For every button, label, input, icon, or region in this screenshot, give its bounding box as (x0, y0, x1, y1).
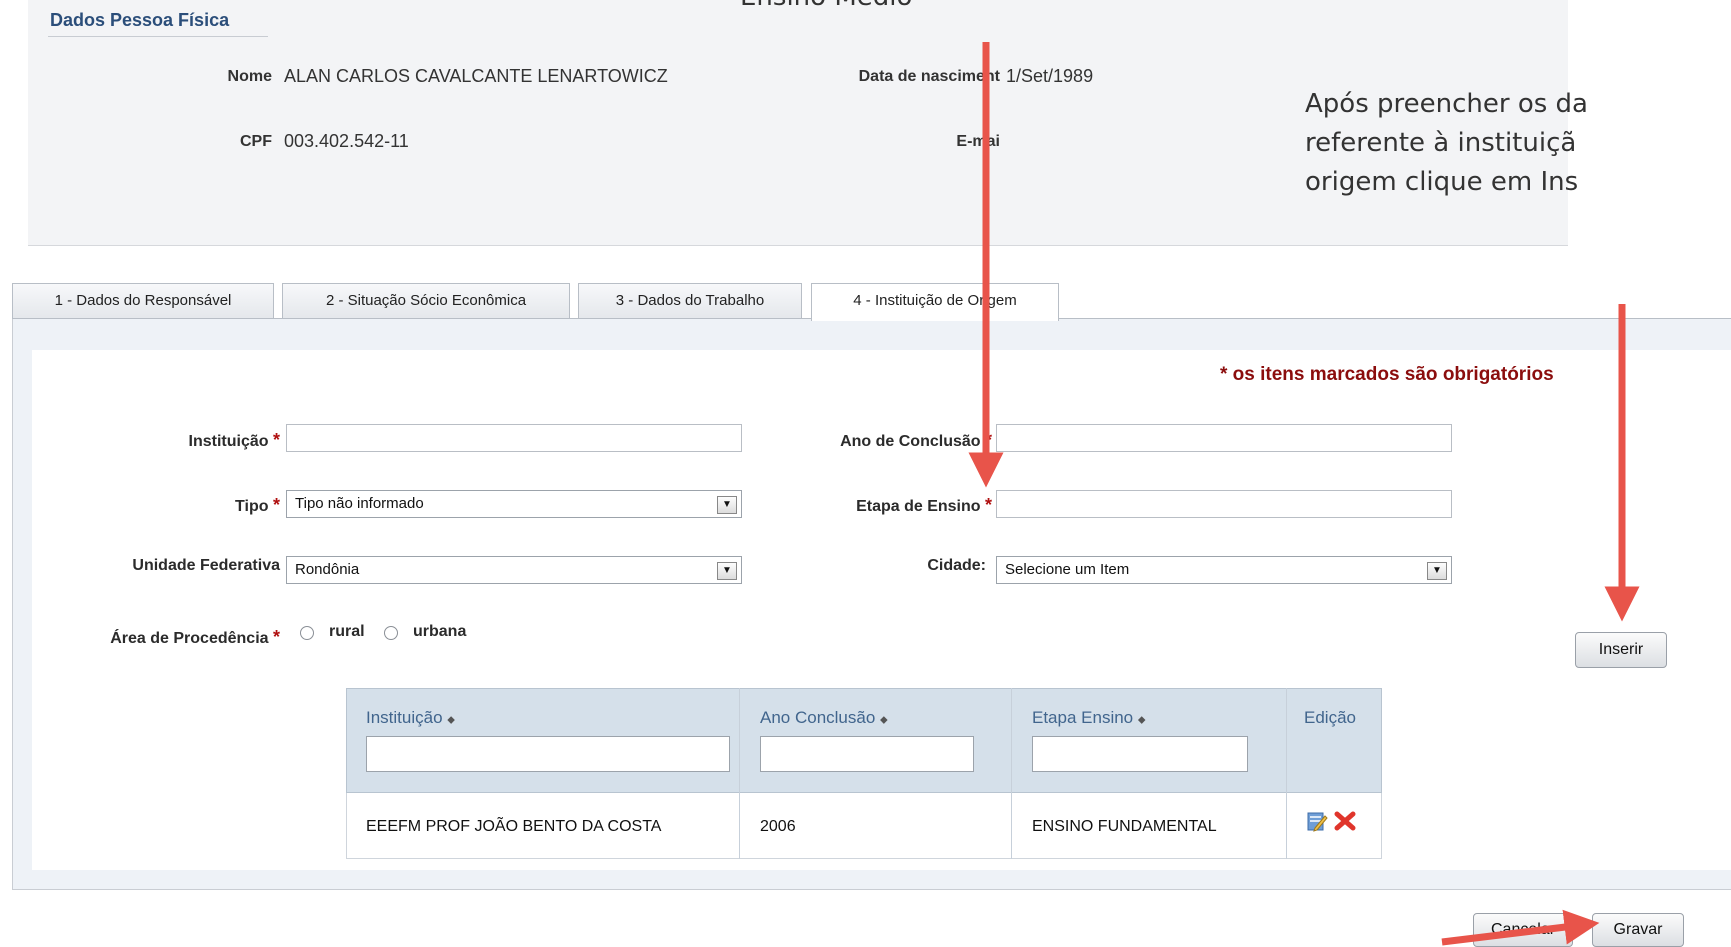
cpf-value: 003.402.542-11 (284, 131, 409, 151)
cidade-selected-value: Selecione um Item (1005, 561, 1130, 578)
column-divider (1286, 688, 1287, 859)
ano-conclusao-input[interactable] (996, 424, 1452, 452)
column-divider (1011, 688, 1012, 859)
cidade-label: Cidade: (927, 557, 986, 574)
column-header-etapa-ensino[interactable]: Etapa Ensino ⬥ (1032, 708, 1146, 728)
urbana-radio[interactable] (384, 626, 398, 640)
column-header-ano-conclusao[interactable]: Ano Conclusão ⬥ (760, 708, 888, 728)
tipo-label: Tipo * (235, 495, 280, 515)
panel-title: Dados Pessoa Física (50, 10, 230, 30)
area-procedencia-label: Área de Procedência * (110, 627, 280, 647)
cidade-select[interactable]: Selecione um Item ▼ (996, 556, 1452, 584)
required-note: * os itens marcados são obrigatórios (1220, 364, 1554, 385)
sort-icon: ⬥ (880, 714, 888, 726)
rural-radio[interactable] (300, 626, 314, 640)
column-header-edicao: Edição (1304, 708, 1356, 727)
instituicao-input[interactable] (286, 424, 742, 452)
urbana-label: urbana (413, 623, 467, 640)
dropdown-arrow-icon: ▼ (1427, 562, 1447, 580)
instituicao-label: Instituição * (188, 430, 280, 450)
birth-value: 1/Set/1989 (1006, 66, 1094, 86)
tab-label: 2 - Situação Sócio Econômica (325, 292, 527, 309)
etapa-ensino-label: Etapa de Ensino * (856, 495, 992, 515)
column-header-instituicao[interactable]: Instituição ⬥ (366, 708, 455, 728)
inserir-button[interactable]: Inserir (1575, 632, 1667, 668)
cell-instituicao: EEEFM PROF JOÃO BENTO DA COSTA (366, 818, 662, 835)
tab-label: 3 - Dados do Trabalho (615, 292, 765, 309)
etapa-ensino-input[interactable] (996, 490, 1452, 518)
filter-etapa-ensino-input[interactable] (1032, 736, 1248, 772)
tab-situacao-socio-economica[interactable]: 2 - Situação Sócio Econômica (282, 283, 570, 319)
annotation-line-1: Após preencher os da (1305, 89, 1588, 119)
filter-ano-conclusao-input[interactable] (760, 736, 974, 772)
name-label: Nome (227, 68, 272, 85)
uf-selected-value: Rondônia (295, 561, 360, 578)
save-button[interactable]: Gravar (1592, 913, 1684, 947)
filter-instituicao-input[interactable] (366, 736, 730, 772)
rural-label: rural (329, 623, 365, 640)
tipo-selected-value: Tipo não informado (295, 495, 424, 512)
cpf-label: CPF (240, 133, 272, 150)
annotation-line-3: origem clique em Ins (1305, 167, 1579, 197)
delete-icon[interactable] (1334, 811, 1356, 831)
cancel-button[interactable]: Cancelar (1473, 913, 1573, 947)
column-divider (739, 688, 740, 859)
name-value: ALAN CARLOS CAVALCANTE LENARTOWICZ (284, 66, 668, 86)
birth-label: Data de nasciment (858, 68, 1000, 85)
sort-icon: ⬥ (1137, 714, 1146, 726)
dropdown-arrow-icon: ▼ (717, 562, 737, 580)
dropdown-arrow-icon: ▼ (717, 496, 737, 514)
tab-label: 1 - Dados do Responsável (54, 292, 232, 309)
tab-instituicao-origem[interactable]: 4 - Instituição de Origem (811, 283, 1059, 321)
tab-dados-responsavel[interactable]: 1 - Dados do Responsável (12, 283, 274, 319)
tab-dados-trabalho[interactable]: 3 - Dados do Trabalho (578, 283, 802, 319)
sort-icon: ⬥ (447, 714, 455, 726)
ano-conclusao-label: Ano de Conclusão * (840, 430, 992, 450)
tab-label: 4 - Instituição de Origem (853, 292, 1017, 309)
uf-select[interactable]: Rondônia ▼ (286, 556, 742, 584)
annotation-line-2: referente à instituiçã (1305, 128, 1577, 158)
email-label: E-mai (956, 133, 1000, 150)
annotation-caption-top: Ensino Médio (740, 0, 912, 16)
edit-icon[interactable] (1306, 810, 1328, 832)
tipo-select[interactable]: Tipo não informado ▼ (286, 490, 742, 518)
uf-label: Unidade Federativa (132, 557, 280, 574)
cell-ano-conclusao: 2006 (760, 818, 796, 835)
panel-title-divider (48, 36, 268, 37)
cell-etapa-ensino: ENSINO FUNDAMENTAL (1032, 818, 1217, 835)
